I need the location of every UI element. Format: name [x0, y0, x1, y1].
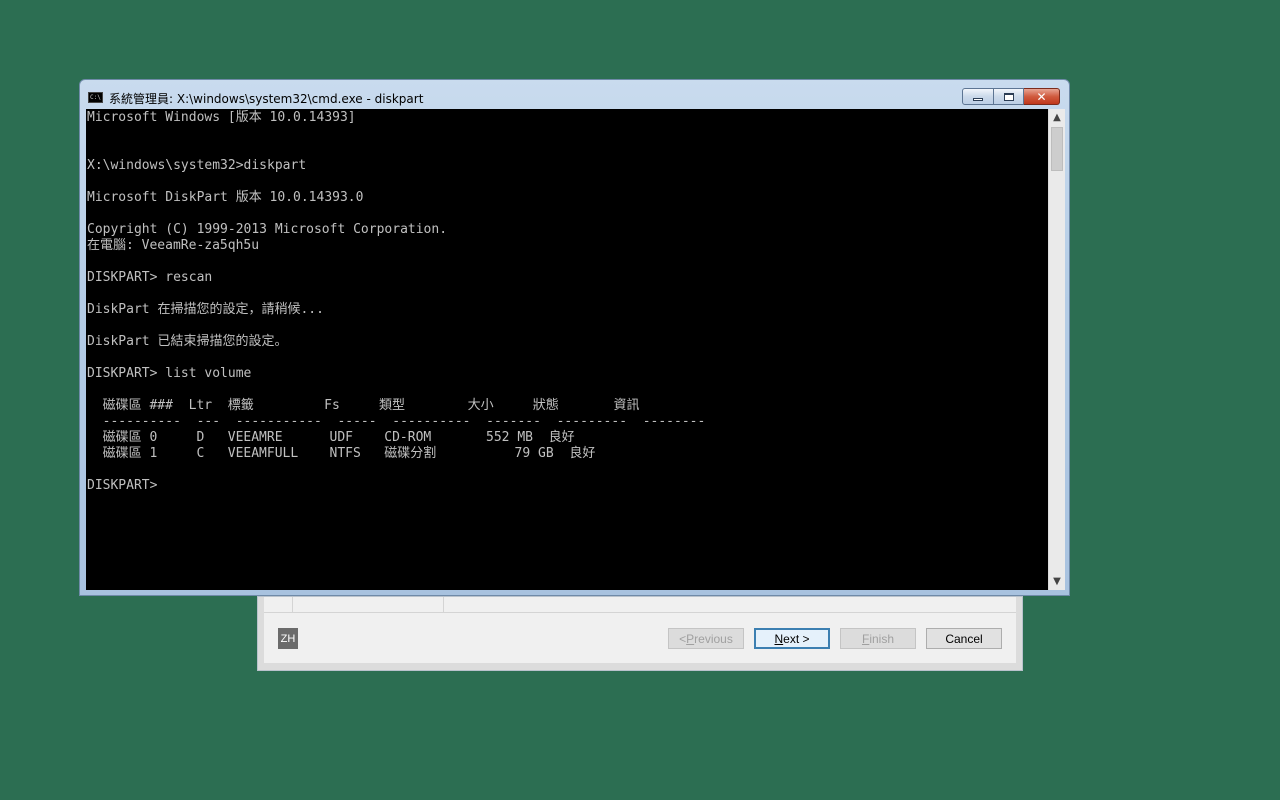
- console-line: DISKPART> rescan: [87, 270, 213, 285]
- finish-button-accel: F: [861, 631, 870, 646]
- window-title: 系統管理員: X:\windows\system32\cmd.exe - dis…: [109, 92, 424, 106]
- console-line: Microsoft DiskPart 版本 10.0.14393.0: [87, 190, 364, 205]
- console-line: 磁碟區 ### Ltr 標籤 Fs 類型 大小 狀態 資訊: [87, 398, 640, 413]
- previous-button-prefix: <: [679, 631, 687, 646]
- minimize-icon: [973, 98, 983, 101]
- cmd-window: C:\ 系統管理員: X:\windows\system32\cmd.exe -…: [79, 79, 1070, 596]
- maximize-icon: [1003, 92, 1014, 101]
- next-button-rest: ext >: [783, 631, 810, 646]
- previous-button-rest: revious: [694, 631, 733, 646]
- wizard-divider: [443, 597, 444, 612]
- console-line: Microsoft Windows [版本 10.0.14393]: [87, 110, 356, 125]
- previous-button-accel: P: [686, 631, 695, 646]
- language-indicator[interactable]: ZH: [278, 628, 298, 649]
- console-line: X:\windows\system32>diskpart: [87, 158, 307, 173]
- console-line: 磁碟區 1 C VEEAMFULL NTFS 磁碟分割 79 GB 良好: [87, 446, 596, 461]
- console-line: DiskPart 已結束掃描您的設定。: [87, 334, 288, 349]
- console-line: DISKPART> list volume: [87, 366, 252, 381]
- maximize-button[interactable]: [994, 88, 1024, 105]
- scroll-up-icon[interactable]: ▲: [1049, 109, 1065, 126]
- cancel-button[interactable]: Cancel: [926, 628, 1002, 649]
- close-button[interactable]: ✕: [1024, 88, 1060, 105]
- minimize-button[interactable]: [962, 88, 994, 105]
- wizard-body: ZH < Previous Next > Finish Cancel: [264, 597, 1016, 663]
- console-output[interactable]: Microsoft Windows [版本 10.0.14393] X:\win…: [86, 109, 1047, 591]
- scroll-thumb[interactable]: [1051, 127, 1063, 171]
- next-button[interactable]: Next >: [754, 628, 830, 649]
- console-line: DiskPart 在掃描您的設定，請稍候...: [87, 302, 324, 317]
- console-area[interactable]: Microsoft Windows [版本 10.0.14393] X:\win…: [86, 109, 1065, 590]
- previous-button[interactable]: < Previous: [668, 628, 744, 649]
- title-bar[interactable]: C:\ 系統管理員: X:\windows\system32\cmd.exe -…: [80, 80, 1069, 109]
- close-icon: ✕: [1036, 89, 1047, 104]
- setup-wizard-window: ZH < Previous Next > Finish Cancel: [257, 596, 1023, 671]
- cmd-icon[interactable]: C:\: [88, 92, 103, 103]
- caption-buttons: ✕: [962, 88, 1060, 106]
- console-line: 磁碟區 0 D VEEAMRE UDF CD-ROM 552 MB 良好: [87, 430, 575, 445]
- console-line: ---------- --- ----------- ----- -------…: [87, 414, 706, 429]
- next-button-accel: N: [774, 631, 784, 646]
- vertical-scrollbar[interactable]: ▲ ▼: [1048, 109, 1065, 590]
- finish-button[interactable]: Finish: [840, 628, 916, 649]
- scroll-down-icon[interactable]: ▼: [1049, 573, 1065, 590]
- finish-button-rest: inish: [869, 631, 895, 646]
- console-line: Copyright (C) 1999-2013 Microsoft Corpor…: [87, 222, 448, 237]
- console-line: DISKPART>: [87, 478, 158, 493]
- wizard-separator: [264, 612, 1016, 613]
- wizard-divider: [292, 597, 293, 612]
- console-line: 在電腦: VeeamRe-za5qh5u: [87, 238, 260, 253]
